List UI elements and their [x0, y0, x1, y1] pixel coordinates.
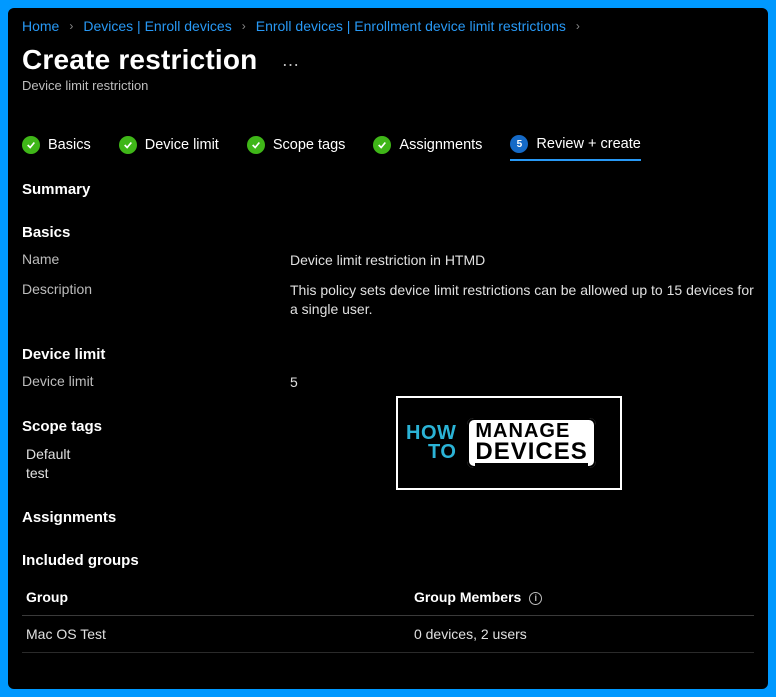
check-icon — [22, 136, 40, 154]
step-label: Assignments — [399, 137, 482, 153]
cell-members: 0 devices, 2 users — [410, 616, 754, 653]
logo-devices: DEVICES — [475, 441, 587, 467]
basics-description-value: This policy sets device limit restrictio… — [290, 281, 754, 320]
col-group[interactable]: Group — [22, 579, 410, 616]
breadcrumb-devices[interactable]: Devices | Enroll devices — [83, 18, 231, 34]
chevron-right-icon: › — [242, 19, 246, 33]
step-review-create[interactable]: 5 Review + create — [510, 135, 640, 161]
basics-name-value: Device limit restriction in HTMD — [290, 251, 754, 271]
device-limit-value: 5 — [290, 373, 754, 393]
breadcrumb-enroll-restrictions[interactable]: Enroll devices | Enrollment device limit… — [256, 18, 566, 34]
scope-tags-heading: Scope tags — [22, 418, 754, 435]
basics-description-row: Description This policy sets device limi… — [22, 281, 754, 320]
step-device-limit[interactable]: Device limit — [119, 136, 219, 160]
more-actions-button[interactable]: … — [275, 48, 305, 73]
step-assignments[interactable]: Assignments — [373, 136, 482, 160]
wizard-stepper: Basics Device limit Scope tags Assignmen… — [8, 99, 768, 171]
step-label: Device limit — [145, 137, 219, 153]
step-basics[interactable]: Basics — [22, 136, 91, 160]
table-row: Mac OS Test 0 devices, 2 users — [22, 616, 754, 653]
assignments-heading: Assignments — [22, 509, 754, 526]
breadcrumb-home[interactable]: Home — [22, 18, 59, 34]
chevron-right-icon: › — [576, 19, 580, 33]
scope-tags-list: Default test — [22, 445, 754, 483]
included-groups-table: Group Group Members i Mac OS Test 0 devi… — [22, 579, 754, 653]
logo-to: TO — [428, 443, 456, 462]
page-title: Create restriction — [22, 44, 257, 76]
htmd-logo: HOW TO MANAGE DEVICES — [396, 396, 622, 490]
breadcrumb: Home › Devices | Enroll devices › Enroll… — [8, 8, 768, 34]
check-icon — [247, 136, 265, 154]
step-number-icon: 5 — [510, 135, 528, 153]
device-limit-heading: Device limit — [22, 346, 754, 363]
check-icon — [373, 136, 391, 154]
basics-name-label: Name — [22, 251, 290, 271]
step-label: Review + create — [536, 136, 640, 152]
basics-name-row: Name Device limit restriction in HTMD — [22, 251, 754, 271]
page-subtitle: Device limit restriction — [22, 78, 754, 93]
step-label: Scope tags — [273, 137, 346, 153]
cell-group: Mac OS Test — [22, 616, 410, 653]
step-scope-tags[interactable]: Scope tags — [247, 136, 346, 160]
basics-description-label: Description — [22, 281, 290, 320]
col-group-members[interactable]: Group Members i — [410, 579, 754, 616]
scope-tag-item: Default — [26, 445, 754, 464]
device-limit-row: Device limit 5 — [22, 373, 754, 393]
summary-heading: Summary — [22, 181, 754, 198]
check-icon — [119, 136, 137, 154]
step-label: Basics — [48, 137, 91, 153]
chevron-right-icon: › — [69, 19, 73, 33]
included-groups-heading: Included groups — [22, 552, 754, 569]
basics-heading: Basics — [22, 224, 754, 241]
scope-tag-item: test — [26, 464, 754, 483]
device-limit-label: Device limit — [22, 373, 290, 393]
info-icon[interactable]: i — [529, 592, 542, 605]
